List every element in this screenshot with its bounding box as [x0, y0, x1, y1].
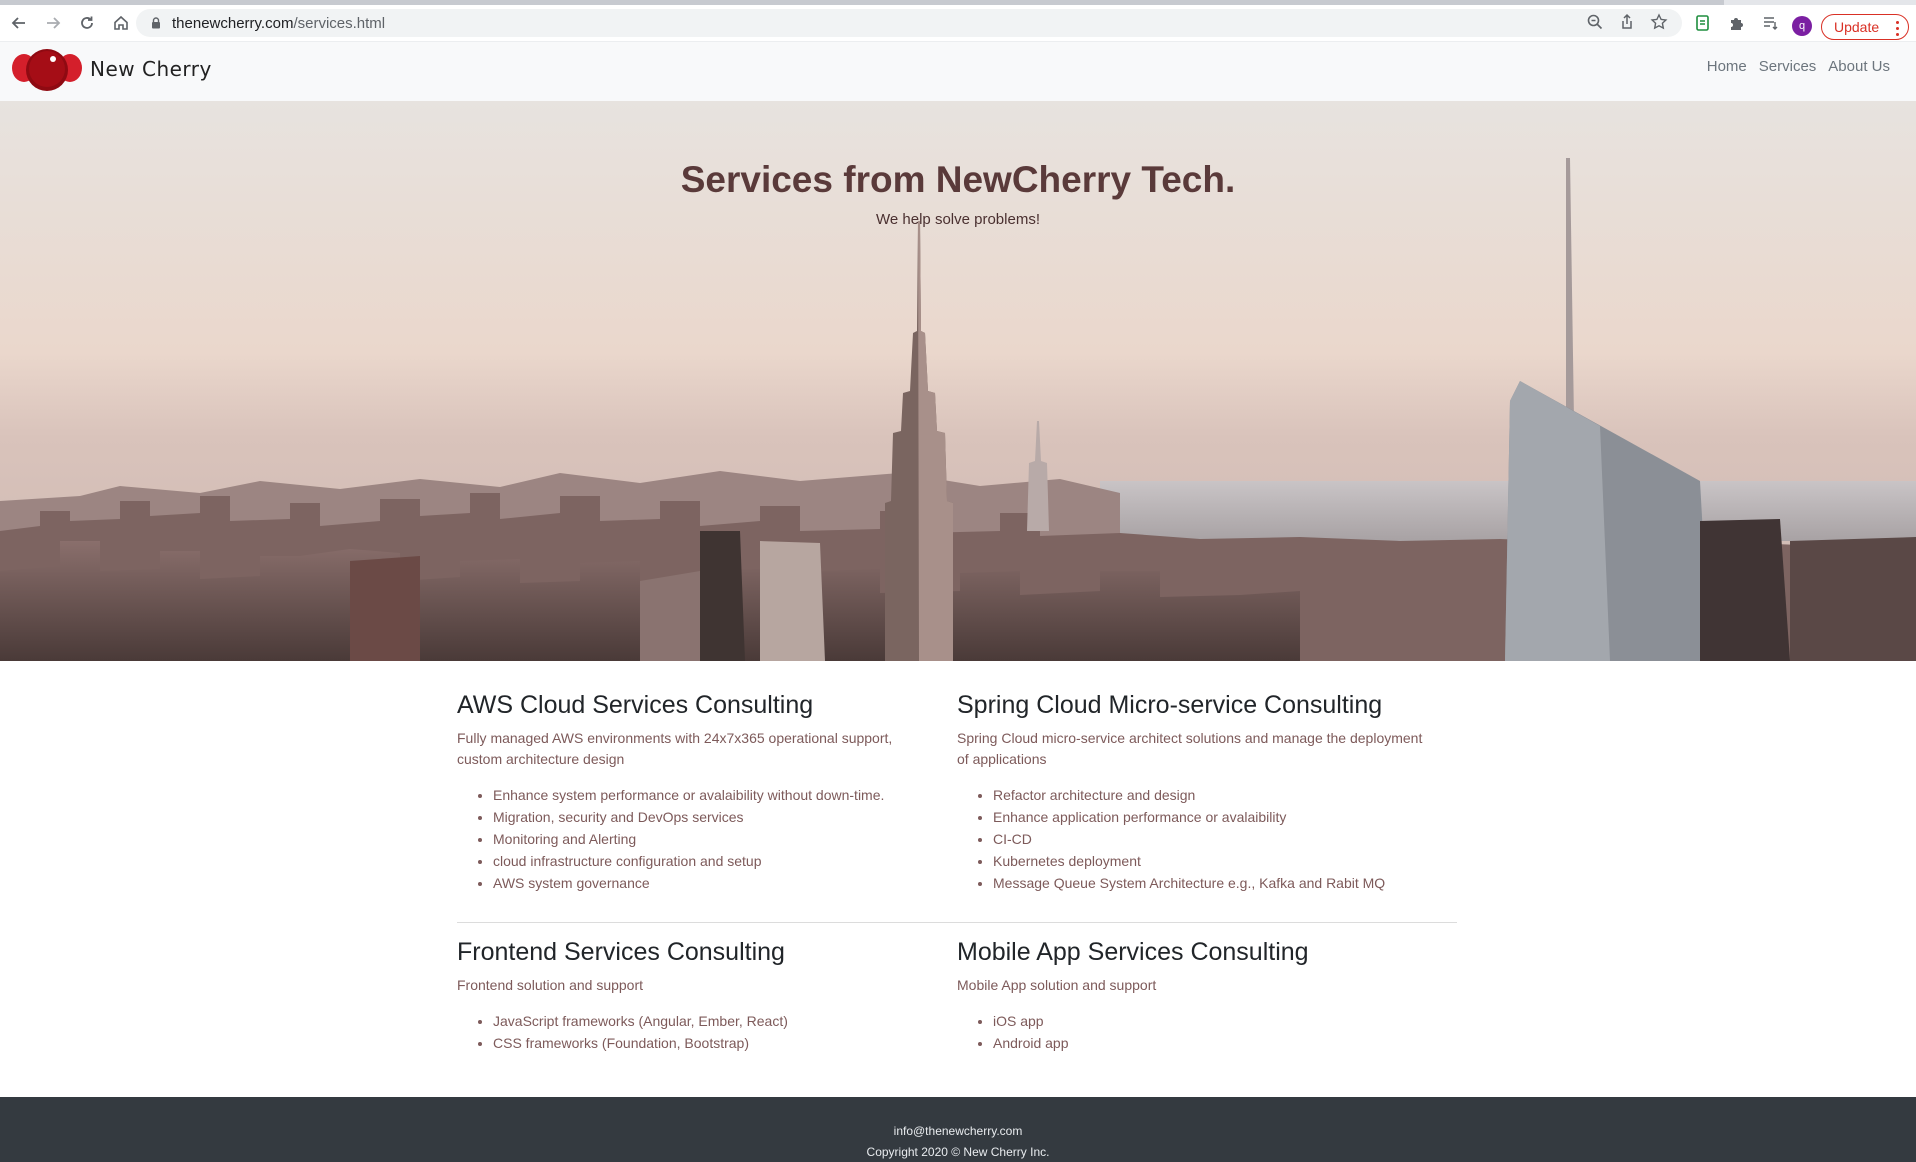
- back-arrow-icon: [11, 17, 25, 29]
- service-description: Spring Cloud micro-service architect sol…: [957, 730, 1423, 767]
- share-icon[interactable]: [1618, 13, 1636, 31]
- list-item: iOS app: [993, 1010, 1457, 1032]
- footer-copyright: Copyright 2020 © New Cherry Inc.: [866, 1145, 1050, 1159]
- nav-link-services[interactable]: Services: [1753, 58, 1823, 75]
- browser-update-button[interactable]: Update: [1821, 14, 1909, 40]
- bookmark-star-icon[interactable]: [1650, 13, 1668, 31]
- url-path: /services.html: [293, 14, 386, 32]
- site-navbar: New Cherry Home Services About Us: [0, 41, 1916, 101]
- service-card-aws: AWS Cloud Services Consulting Fully mana…: [457, 661, 957, 894]
- list-item: Android app: [993, 1032, 1457, 1054]
- list-item: Migration, security and DevOps services: [493, 806, 957, 828]
- services-section: AWS Cloud Services Consulting Fully mana…: [457, 661, 1457, 1054]
- service-title: Spring Cloud Micro-service Consulting: [957, 691, 1383, 719]
- services-row-1: AWS Cloud Services Consulting Fully mana…: [457, 661, 1457, 894]
- list-item: Message Queue System Architecture e.g., …: [993, 872, 1457, 894]
- service-description: Frontend solution and support: [457, 977, 644, 993]
- lock-icon: [152, 17, 160, 29]
- list-item: AWS system governance: [493, 872, 957, 894]
- reload-button[interactable]: [70, 8, 104, 38]
- kebab-menu-icon[interactable]: [1896, 19, 1899, 37]
- hero-title: Services from NewCherry Tech.: [680, 159, 1236, 200]
- nav-link-home[interactable]: Home: [1701, 58, 1753, 75]
- service-features-list: Refactor architecture and design Enhance…: [957, 784, 1457, 894]
- address-bar[interactable]: thenewcherry.com/services.html: [136, 9, 1682, 37]
- list-item: Monitoring and Alerting: [493, 828, 957, 850]
- site-footer: info@thenewcherry.com Copyright 2020 © N…: [0, 1097, 1916, 1162]
- reading-list-icon[interactable]: [1762, 14, 1780, 32]
- list-item: Enhance system performance or avalaibili…: [493, 784, 957, 806]
- profile-avatar[interactable]: q: [1792, 16, 1812, 36]
- back-button[interactable]: [2, 8, 36, 38]
- url-host: thenewcherry.com: [172, 14, 294, 32]
- nav-links: Home Services About Us: [1701, 58, 1896, 75]
- extension-document-icon[interactable]: [1694, 14, 1712, 32]
- home-button[interactable]: [104, 8, 138, 38]
- list-item: cloud infrastructure configuration and s…: [493, 850, 957, 872]
- service-title: Frontend Services Consulting: [457, 938, 785, 966]
- list-item: Kubernetes deployment: [993, 850, 1457, 872]
- list-item: CSS frameworks (Foundation, Bootstrap): [493, 1032, 957, 1054]
- reload-icon: [81, 16, 93, 29]
- update-label: Update: [1834, 19, 1880, 35]
- nav-link-about-us[interactable]: About Us: [1822, 58, 1896, 75]
- footer-email[interactable]: info@thenewcherry.com: [0, 1124, 1916, 1138]
- service-features-list: Enhance system performance or avalaibili…: [457, 784, 957, 894]
- list-item: Enhance application performance or avala…: [993, 806, 1457, 828]
- brand-name: New Cherry: [90, 57, 212, 81]
- service-features-list: JavaScript frameworks (Angular, Ember, R…: [457, 1010, 957, 1054]
- services-row-2: Frontend Services Consulting Frontend so…: [457, 923, 1457, 1054]
- home-icon: [114, 15, 128, 30]
- list-item: JavaScript frameworks (Angular, Ember, R…: [493, 1010, 957, 1032]
- list-item: Refactor architecture and design: [993, 784, 1457, 806]
- url-text: thenewcherry.com/services.html: [172, 15, 385, 32]
- service-card-mobile-app: Mobile App Services Consulting Mobile Ap…: [957, 923, 1457, 1054]
- brand[interactable]: New Cherry: [10, 44, 212, 94]
- browser-toolbar: thenewcherry.com/services.html q Update: [0, 5, 1916, 41]
- service-title: Mobile App Services Consulting: [957, 938, 1309, 966]
- extensions-puzzle-icon[interactable]: [1728, 14, 1746, 32]
- zoom-icon[interactable]: [1586, 13, 1604, 31]
- service-description: Fully managed AWS environments with 24x7…: [457, 730, 893, 767]
- forward-arrow-icon: [47, 17, 61, 29]
- service-card-spring-cloud: Spring Cloud Micro-service Consulting Sp…: [957, 661, 1457, 894]
- service-features-list: iOS app Android app: [957, 1010, 1457, 1054]
- hero-banner: Services from NewCherry Tech. We help so…: [0, 101, 1916, 661]
- list-item: CI-CD: [993, 828, 1457, 850]
- hero-subtitle: We help solve problems!: [876, 211, 1040, 228]
- service-card-frontend: Frontend Services Consulting Frontend so…: [457, 923, 957, 1054]
- cherry-logo-icon: [12, 49, 82, 91]
- service-title: AWS Cloud Services Consulting: [457, 691, 814, 719]
- service-description: Mobile App solution and support: [957, 977, 1157, 993]
- forward-button[interactable]: [36, 8, 70, 38]
